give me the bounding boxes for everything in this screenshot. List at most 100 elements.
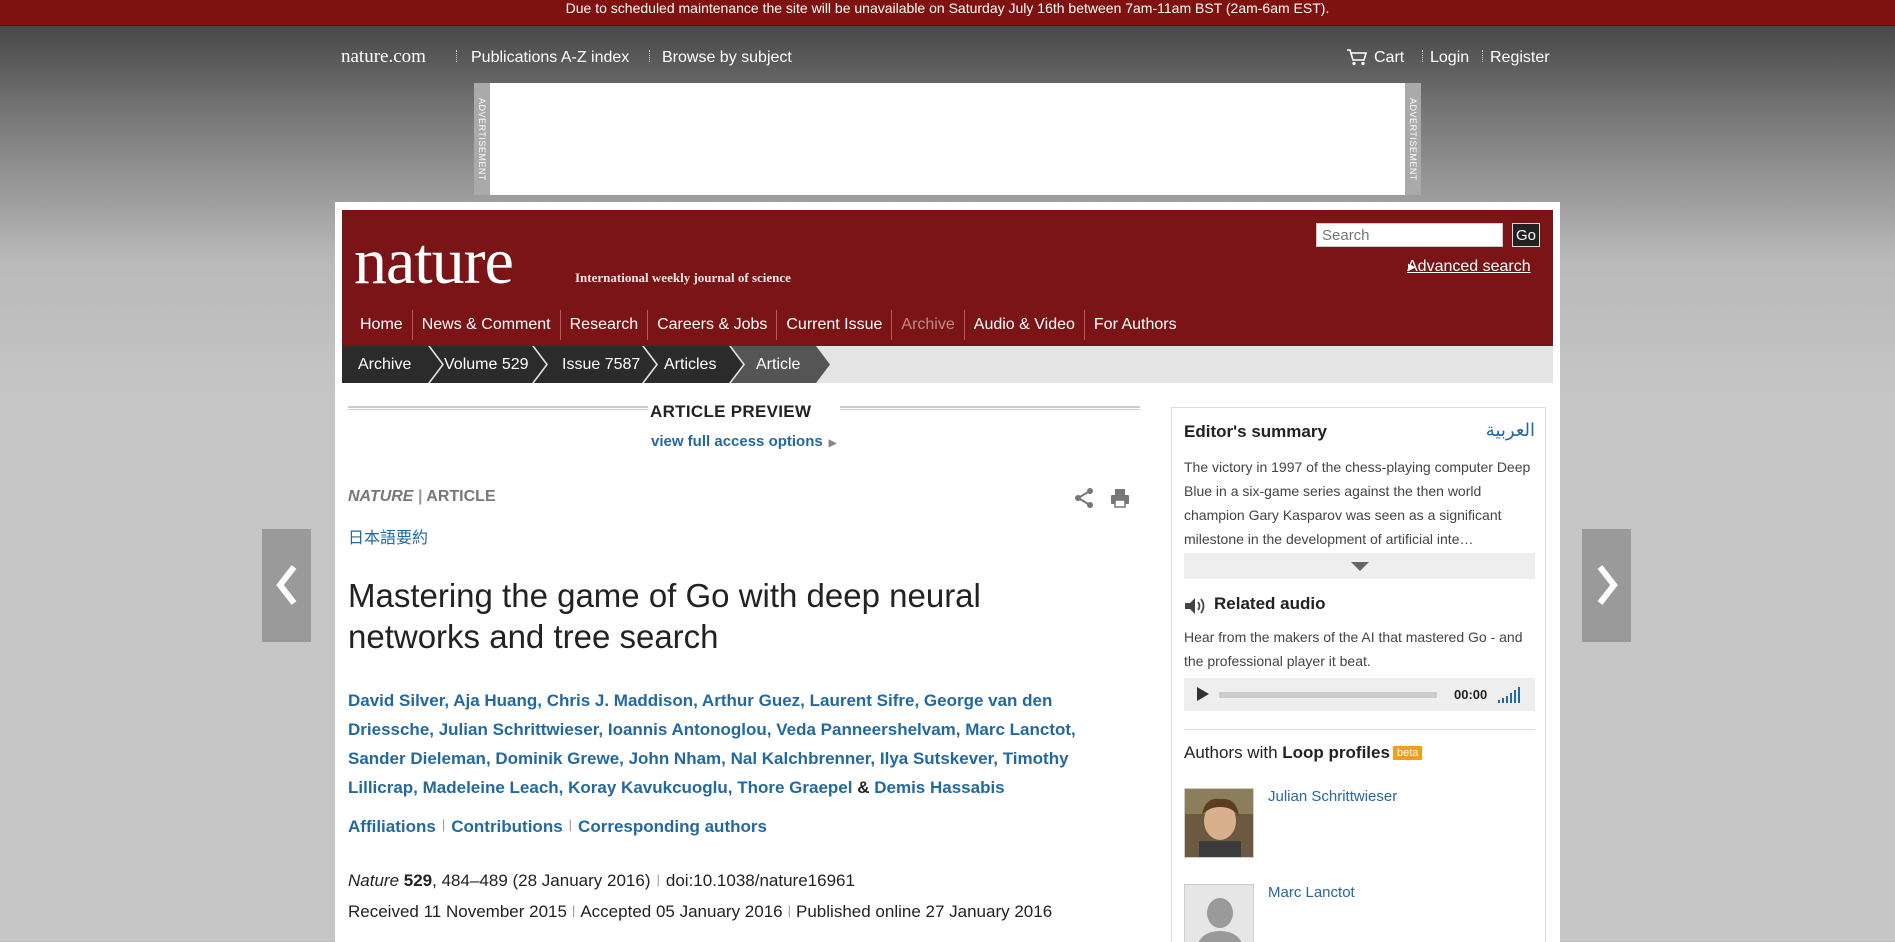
published-label: Published online xyxy=(796,902,921,921)
author-list: David Silver, Aja Huang, Chris J. Maddis… xyxy=(348,686,1138,802)
japanese-summary-link[interactable]: 日本語要約 xyxy=(348,524,428,548)
breadcrumb-article: Article xyxy=(756,356,801,373)
divider xyxy=(1482,50,1484,62)
nav-careers-jobs[interactable]: Careers & Jobs xyxy=(648,310,778,340)
editors-summary-text: The victory in 1997 of the chess-playing… xyxy=(1184,459,1531,547)
corresponding-authors-link[interactable]: Corresponding authors xyxy=(578,817,767,836)
view-full-access-label: view full access options xyxy=(651,433,823,450)
expand-summary-button[interactable] xyxy=(1184,553,1535,579)
global-topbar: nature.com Publications A-Z index Browse… xyxy=(341,44,1555,74)
citation-volume: 529 xyxy=(403,871,433,890)
maintenance-banner: Due to scheduled maintenance the site wi… xyxy=(0,0,1895,26)
divider: | xyxy=(571,903,576,918)
masthead: nature International weekly journal of s… xyxy=(342,210,1553,346)
search-go-button[interactable]: Go xyxy=(1512,223,1540,247)
nav-research[interactable]: Research xyxy=(561,310,649,340)
previous-article-button[interactable] xyxy=(262,529,311,642)
article-info-links: Affiliations | Contributions | Corresponding… xyxy=(348,817,767,837)
page-container: nature International weekly journal of s… xyxy=(335,202,1560,942)
related-audio-heading: Related audio xyxy=(1214,594,1326,613)
article-preview-heading: ARTICLE PREVIEW xyxy=(650,402,812,421)
main-nav: Home News & Comment Research Careers & J… xyxy=(351,310,1186,340)
nav-news-comment[interactable]: News & Comment xyxy=(413,310,561,340)
divider xyxy=(348,406,648,410)
avatar[interactable] xyxy=(1184,788,1254,858)
audio-progress-bar[interactable] xyxy=(1219,692,1437,698)
play-icon[interactable] xyxy=(1197,687,1209,701)
chevron-left-icon xyxy=(276,565,297,605)
article-type: ARTICLE xyxy=(426,488,496,505)
beta-badge: beta xyxy=(1392,746,1423,760)
breadcrumb: Archive Volume 529 Issue 7587 Articles A… xyxy=(342,346,1553,383)
triangle-down-icon xyxy=(1351,562,1369,571)
chevron-right-icon xyxy=(1597,565,1618,605)
author-line[interactable]: David Silver, Aja Huang, Chris J. Maddis… xyxy=(348,686,1138,715)
register-link[interactable]: Register xyxy=(1490,49,1550,67)
journal-label: NATURE | ARTICLE xyxy=(348,488,496,506)
volume-icon[interactable] xyxy=(1497,686,1523,704)
received-label: Received xyxy=(348,902,419,921)
publications-az-link[interactable]: Publications A-Z index xyxy=(471,49,629,67)
citation: Nature 529, 484–489 (28 January 2016) | do… xyxy=(348,871,855,891)
audio-time: 00:00 xyxy=(1454,687,1488,702)
doi: doi:10.1038/nature16961 xyxy=(665,871,855,890)
breadcrumb-articles[interactable]: Articles xyxy=(664,346,716,383)
accepted-date: 05 January 2016 xyxy=(655,902,783,921)
author-line[interactable]: Sander Dieleman, Dominik Grewe, John Nha… xyxy=(348,744,1138,773)
login-link[interactable]: Login xyxy=(1430,49,1469,67)
nature-logo[interactable]: nature xyxy=(354,224,514,300)
arabic-link[interactable]: العربية xyxy=(1486,420,1535,441)
author-line[interactable]: Driessche, Julian Schrittwieser, Ioannis… xyxy=(348,715,1138,744)
divider xyxy=(1422,50,1424,62)
related-audio-text: Hear from the makers of the AI that mast… xyxy=(1184,629,1523,669)
affiliations-link[interactable]: Affiliations xyxy=(348,817,436,836)
ad-label-right: ADVERTISEMENT xyxy=(1405,83,1421,195)
divider: | xyxy=(568,817,573,832)
breadcrumb-issue[interactable]: Issue 7587 xyxy=(562,346,640,383)
advertisement-banner[interactable]: ADVERTISEMENT ADVERTISEMENT xyxy=(474,83,1421,195)
browse-by-subject-link[interactable]: Browse by subject xyxy=(649,49,792,67)
author-links[interactable]: Lillicrap, Madeleine Leach, Koray Kavukc… xyxy=(348,778,852,797)
author-link[interactable]: Demis Hassabis xyxy=(874,778,1004,797)
loop-profile-name[interactable]: Julian Schrittwieser xyxy=(1268,788,1397,805)
accepted-label: Accepted xyxy=(580,902,652,921)
author-line: Lillicrap, Madeleine Leach, Koray Kavukc… xyxy=(348,773,1138,802)
advanced-search-link[interactable]: Advanced search xyxy=(1407,258,1531,276)
audio-player: 00:00 xyxy=(1184,678,1535,711)
print-icon[interactable] xyxy=(1109,487,1131,509)
cart-link[interactable]: Cart xyxy=(1374,49,1404,67)
ampersand: & xyxy=(857,778,870,797)
nav-home[interactable]: Home xyxy=(351,310,413,340)
received-date: 11 November 2015 xyxy=(423,902,567,921)
ad-label-left: ADVERTISEMENT xyxy=(474,83,490,195)
divider: | xyxy=(441,817,446,832)
loop-profile[interactable]: Marc Lanctot xyxy=(1184,884,1535,942)
cart-icon[interactable] xyxy=(1346,48,1368,66)
article-title: Mastering the game of Go with deep neura… xyxy=(348,577,981,655)
article-dates: Received 11 November 2015 | Accepted 05 Ja… xyxy=(348,902,1052,922)
loop-profiles-heading: Authors with Loop profiles beta xyxy=(1184,743,1423,763)
nav-archive[interactable]: Archive xyxy=(892,310,965,340)
search-input[interactable] xyxy=(1316,223,1503,247)
loop-profile-name[interactable]: Marc Lanctot xyxy=(1268,884,1355,901)
breadcrumb-archive[interactable]: Archive xyxy=(358,346,411,383)
divider: | xyxy=(656,872,660,887)
triangle-right-icon: ▶ xyxy=(828,438,837,449)
divider xyxy=(1184,729,1535,730)
nav-current-issue[interactable]: Current Issue xyxy=(777,310,893,340)
share-icon[interactable] xyxy=(1073,487,1095,509)
contributions-link[interactable]: Contributions xyxy=(451,817,562,836)
tagline: International weekly journal of science xyxy=(575,270,791,285)
breadcrumb-volume[interactable]: Volume 529 xyxy=(444,346,529,383)
speaker-icon xyxy=(1185,598,1205,614)
sidebar: Editor's summary العربية The victory in … xyxy=(1171,407,1546,942)
loop-profile[interactable]: Julian Schrittwieser xyxy=(1184,788,1535,860)
avatar[interactable] xyxy=(1184,884,1254,942)
nav-audio-video[interactable]: Audio & Video xyxy=(965,310,1085,340)
maintenance-text: Due to scheduled maintenance the site wi… xyxy=(565,0,1330,16)
site-brand-link[interactable]: nature.com xyxy=(341,46,426,68)
view-full-access-link[interactable]: view full access options ▶ xyxy=(651,433,836,450)
person-silhouette-icon xyxy=(1185,885,1253,942)
next-article-button[interactable] xyxy=(1582,529,1631,642)
nav-for-authors[interactable]: For Authors xyxy=(1085,310,1186,340)
